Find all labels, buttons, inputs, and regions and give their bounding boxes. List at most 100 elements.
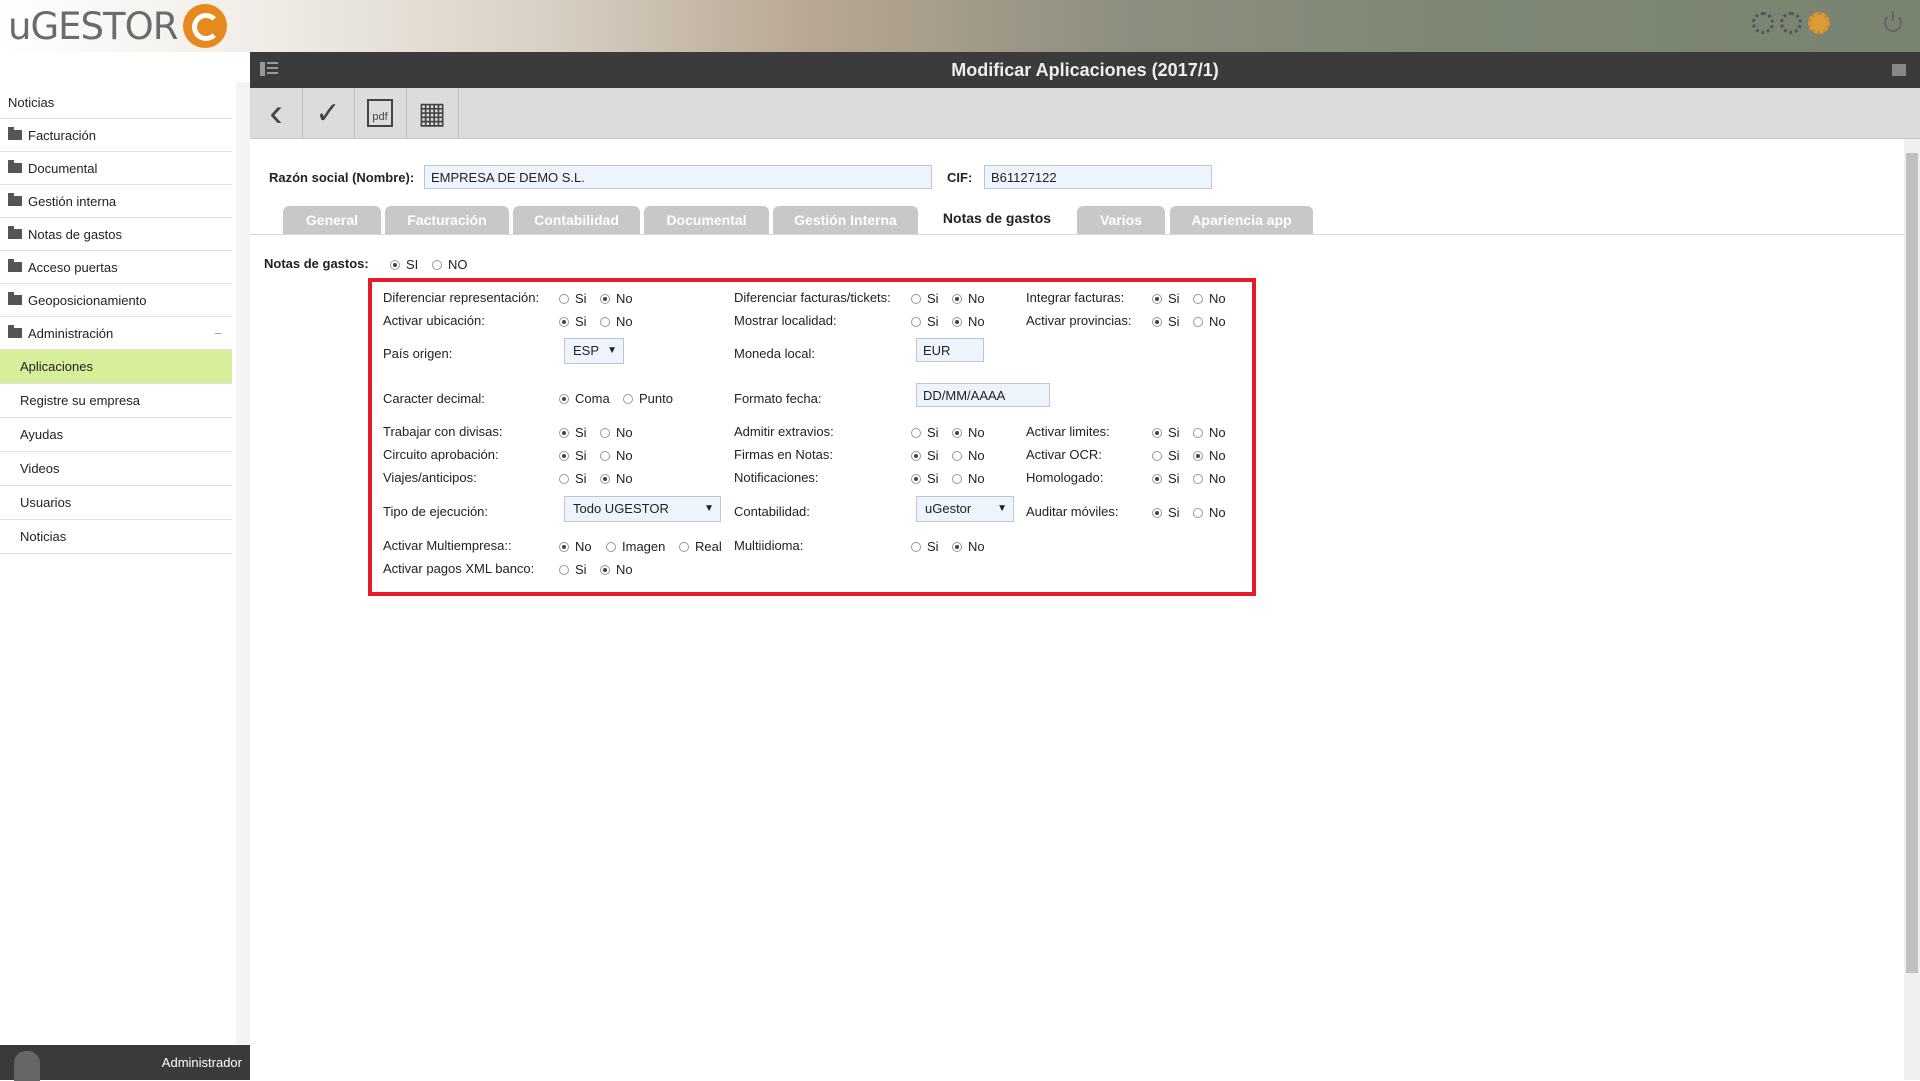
multiidioma-si[interactable]: Si [911, 539, 939, 554]
sidebar-item-documental[interactable]: Documental [0, 152, 232, 185]
sidebar-scrollbar[interactable] [236, 82, 250, 1072]
collapse-icon[interactable]: − [214, 326, 222, 341]
notas-si-radio[interactable]: SI [390, 257, 418, 272]
multiempresa-imagen[interactable]: Imagen [606, 539, 665, 554]
sidebar-item-notas-gastos[interactable]: Notas de gastos [0, 218, 232, 251]
dif-rep-label: Diferenciar representación: [383, 290, 540, 305]
sidebar-item-ayudas[interactable]: Ayudas [0, 418, 232, 452]
dif-fact-no[interactable]: No [952, 291, 985, 306]
multiempresa-real[interactable]: Real [679, 539, 722, 554]
back-button[interactable]: ‹ [250, 88, 303, 138]
sidebar-item-label: Aplicaciones [20, 359, 93, 374]
sidebar-item-registre-empresa[interactable]: Registre su empresa [0, 384, 232, 418]
circuito-no[interactable]: No [600, 448, 633, 463]
tipo-ejec-select[interactable]: Todo UGESTOR ▼ [564, 496, 721, 522]
tab-gestion-interna[interactable]: Gestión Interna [773, 206, 918, 235]
pais-select[interactable]: ESP ▼ [564, 338, 624, 364]
extravios-si[interactable]: Si [911, 425, 939, 440]
notif-si[interactable]: Si [911, 471, 939, 486]
mostrar-loc-no[interactable]: No [952, 314, 985, 329]
sync-icon[interactable] [1752, 12, 1774, 34]
save-button[interactable]: ✓ [302, 88, 355, 138]
sidebar-item-videos[interactable]: Videos [0, 452, 232, 486]
chevron-left-icon: ‹ [269, 90, 283, 135]
scrollbar-thumb[interactable] [1906, 153, 1918, 973]
dif-rep-no[interactable]: No [600, 291, 633, 306]
homologado-label: Homologado: [1026, 470, 1104, 485]
mostrar-loc-si[interactable]: Si [911, 314, 939, 329]
sidebar-item-administracion[interactable]: Administración − [0, 317, 232, 350]
multiidioma-no[interactable]: No [952, 539, 985, 554]
circuito-si[interactable]: Si [559, 448, 587, 463]
divisas-si[interactable]: Si [559, 425, 587, 440]
homologado-no[interactable]: No [1193, 471, 1226, 486]
dif-rep-si[interactable]: Si [559, 291, 587, 306]
radio-label: Coma [575, 391, 610, 406]
power-icon[interactable] [1884, 11, 1902, 32]
cif-input[interactable]: B61127122 [984, 165, 1212, 189]
pdf-button[interactable]: pdf [354, 88, 407, 138]
tab-varios[interactable]: Varios [1077, 206, 1165, 235]
contab-select[interactable]: uGestor ▼ [916, 496, 1014, 522]
user-bar[interactable]: Administrador [0, 1045, 250, 1081]
calendar-button[interactable]: ▦ [406, 88, 459, 138]
menu-toggle-icon[interactable] [260, 62, 278, 76]
pagos-xml-si[interactable]: Si [559, 562, 587, 577]
globe-icon[interactable] [1808, 12, 1830, 34]
radio-icon [911, 541, 921, 552]
refresh-icon[interactable] [1780, 12, 1802, 34]
tab-facturacion[interactable]: Facturación [385, 206, 509, 235]
sidebar-item-geoposicionamiento[interactable]: Geoposicionamiento [0, 284, 232, 317]
caracter-coma[interactable]: Coma [559, 391, 610, 406]
multiempresa-no[interactable]: No [559, 539, 592, 554]
sidebar-item-aplicaciones[interactable]: Aplicaciones [0, 350, 232, 384]
formato-input[interactable]: DD/MM/AAAA [916, 383, 1050, 407]
main-scrollbar[interactable] [1904, 139, 1920, 1080]
limites-no[interactable]: No [1193, 425, 1226, 440]
radio-icon [1152, 316, 1162, 327]
viajes-no[interactable]: No [600, 471, 633, 486]
dif-fact-si[interactable]: Si [911, 291, 939, 306]
provincias-no[interactable]: No [1193, 314, 1226, 329]
radio-icon [559, 450, 569, 461]
tab-general[interactable]: General [283, 206, 381, 235]
ocr-no[interactable]: No [1193, 448, 1226, 463]
pin-icon[interactable] [1892, 64, 1906, 76]
sidebar-item-noticias-admin[interactable]: Noticias [0, 520, 232, 554]
provincias-si[interactable]: Si [1152, 314, 1180, 329]
extravios-no[interactable]: No [952, 425, 985, 440]
integrar-label: Integrar facturas: [1026, 290, 1125, 305]
moneda-input[interactable]: EUR [916, 338, 984, 362]
notif-no[interactable]: No [952, 471, 985, 486]
notas-no-radio[interactable]: NO [432, 257, 468, 272]
firmas-si[interactable]: Si [911, 448, 939, 463]
firmas-no[interactable]: No [952, 448, 985, 463]
ocr-si[interactable]: Si [1152, 448, 1180, 463]
act-ubic-no[interactable]: No [600, 314, 633, 329]
act-ubic-si[interactable]: Si [559, 314, 587, 329]
pagos-xml-no[interactable]: No [600, 562, 633, 577]
tab-contabilidad[interactable]: Contabilidad [513, 206, 640, 235]
avatar-icon [14, 1050, 40, 1081]
sidebar-item-facturacion[interactable]: Facturación [0, 119, 232, 152]
limites-si[interactable]: Si [1152, 425, 1180, 440]
tab-notas-gastos[interactable]: Notas de gastos [922, 204, 1072, 235]
razon-social-input[interactable]: EMPRESA DE DEMO S.L. [424, 165, 932, 189]
sidebar-item-acceso-puertas[interactable]: Acceso puertas [0, 251, 232, 284]
divisas-no[interactable]: No [600, 425, 633, 440]
sidebar-item-noticias[interactable]: Noticias [0, 86, 232, 119]
integrar-si[interactable]: Si [1152, 291, 1180, 306]
tab-documental[interactable]: Documental [644, 206, 769, 235]
radio-label: No [1209, 291, 1226, 306]
auditar-si[interactable]: Si [1152, 505, 1180, 520]
radio-icon [559, 564, 569, 575]
caracter-punto[interactable]: Punto [623, 391, 673, 406]
viajes-si[interactable]: Si [559, 471, 587, 486]
sidebar-item-gestion-interna[interactable]: Gestión interna [0, 185, 232, 218]
homologado-si[interactable]: Si [1152, 471, 1180, 486]
auditar-no[interactable]: No [1193, 505, 1226, 520]
sidebar-item-usuarios[interactable]: Usuarios [0, 486, 232, 520]
integrar-no[interactable]: No [1193, 291, 1226, 306]
ugestor-logo[interactable]: uGESTOR [8, 4, 228, 48]
tab-apariencia-app[interactable]: Apariencia app [1170, 206, 1313, 235]
